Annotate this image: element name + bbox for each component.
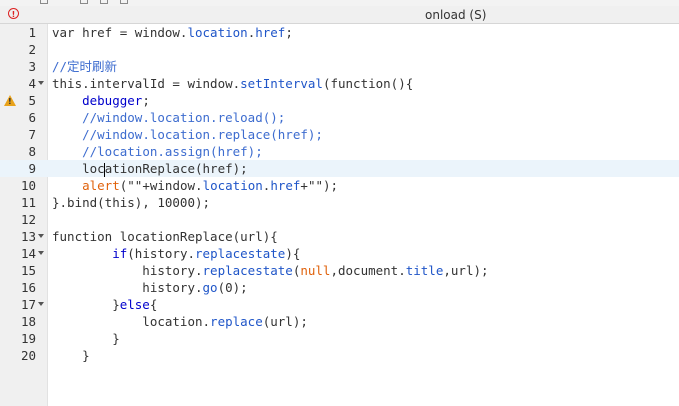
line-number[interactable]: 19 [0,330,36,347]
code-text[interactable]: //location.assign(href); [52,143,263,160]
line-number[interactable]: 12 [0,211,36,228]
code-line[interactable]: 16 history.go(0); [0,279,679,296]
line-number[interactable]: 6 [0,109,36,126]
code-text[interactable]: var href = window.location.href; [52,24,293,41]
code-text[interactable]: } [52,347,90,364]
line-number[interactable]: 1 [0,24,36,41]
fold-arrow-icon[interactable] [38,302,44,306]
error-circle-icon[interactable]: ! [8,8,19,19]
line-number[interactable]: 16 [0,279,36,296]
code-line[interactable]: 9 locationReplace(href); [0,160,679,177]
fold-arrow-icon[interactable] [38,251,44,255]
text-caret [104,162,106,177]
code-line[interactable]: 15 history.replacestate(null,document.ti… [0,262,679,279]
code-line[interactable]: 19 } [0,330,679,347]
code-line[interactable]: 12 [0,211,679,228]
code-editor[interactable]: 1 var href = window.location.href; 2 3 //定时刷… [0,24,679,406]
code-text[interactable]: //window.location.replace(href); [52,126,323,143]
code-line[interactable]: 1 var href = window.location.href; [0,24,679,41]
code-text[interactable]: }else{ [52,296,157,313]
code-line[interactable]: 20 } [0,347,679,364]
code-line[interactable]: 4 this.intervalId = window.setInterval(fu… [0,75,679,92]
editor-titlebar: ! onload (S) [0,6,679,24]
line-number[interactable]: 10 [0,177,36,194]
code-text[interactable]: } [52,330,120,347]
code-line[interactable]: 10 alert(""+window.location.href+""); [0,177,679,194]
warning-triangle-icon: ! [4,95,16,106]
line-number[interactable]: 7 [0,126,36,143]
toolbar-button[interactable] [80,0,88,4]
line-number[interactable]: 8 [0,143,36,160]
toolbar-button[interactable] [100,0,108,4]
code-line[interactable]: 14 if(history.replacestate){ [0,245,679,262]
line-number[interactable]: 18 [0,313,36,330]
code-line[interactable]: 11 }.bind(this), 10000); [0,194,679,211]
line-number[interactable]: 13 [0,228,36,245]
code-text[interactable]: function locationReplace(url){ [52,228,278,245]
toolbar-button[interactable] [120,0,128,4]
code-text[interactable]: location.replace(url); [52,313,308,330]
line-number[interactable]: 14 [0,245,36,262]
code-text[interactable]: this.intervalId = window.setInterval(fun… [52,75,413,92]
code-line[interactable]: 13 function locationReplace(url){ [0,228,679,245]
line-number[interactable]: 4 [0,75,36,92]
code-text[interactable]: if(history.replacestate){ [52,245,300,262]
line-number[interactable]: 17 [0,296,36,313]
code-text[interactable]: history.go(0); [52,279,247,296]
code-line[interactable]: 7 //window.location.replace(href); [0,126,679,143]
code-text[interactable]: }.bind(this), 10000); [52,194,210,211]
code-line[interactable]: 8 //location.assign(href); [0,143,679,160]
line-number[interactable]: 11 [0,194,36,211]
line-number[interactable]: 9 [0,160,36,177]
code-line[interactable]: 18 location.replace(url); [0,313,679,330]
fold-arrow-icon[interactable] [38,81,44,85]
tab-title: onload (S) [425,8,487,22]
line-number[interactable]: 20 [0,347,36,364]
code-text[interactable]: //定时刷新 [52,58,117,75]
code-line[interactable]: 6 //window.location.reload(); [0,109,679,126]
code-text[interactable]: history.replacestate(null,document.title… [52,262,488,279]
code-text[interactable]: locationReplace(href); [52,160,248,177]
code-line[interactable]: 5! debugger; [0,92,679,109]
code-text[interactable]: debugger; [52,92,150,109]
code-line[interactable]: 2 [0,41,679,58]
code-line[interactable]: 17 }else{ [0,296,679,313]
code-line[interactable]: 3 //定时刷新 [0,58,679,75]
line-number[interactable]: 2 [0,41,36,58]
code-text[interactable]: //window.location.reload(); [52,109,285,126]
code-text[interactable]: alert(""+window.location.href+""); [52,177,338,194]
fold-arrow-icon[interactable] [38,234,44,238]
toolbar-button[interactable] [40,0,48,4]
line-number[interactable]: 15 [0,262,36,279]
line-number[interactable]: 3 [0,58,36,75]
